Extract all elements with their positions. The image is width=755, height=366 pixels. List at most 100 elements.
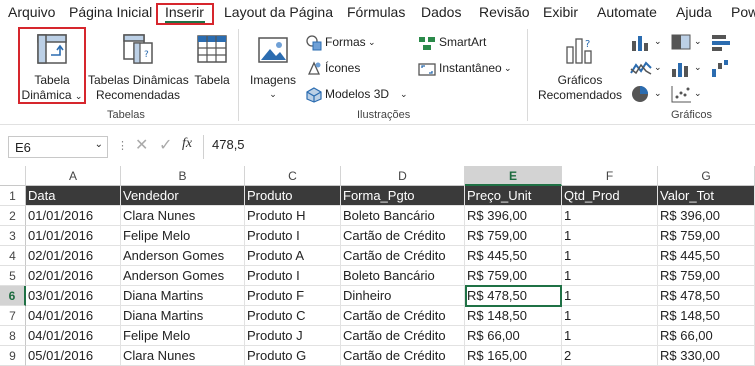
table-cell[interactable]: Felipe Melo <box>121 326 245 346</box>
table-cell[interactable]: Clara Nunes <box>121 346 245 366</box>
table-cell[interactable]: R$ 165,00 <box>465 346 562 366</box>
table-cell[interactable]: R$ 396,00 <box>465 206 562 226</box>
table-cell[interactable]: R$ 396,00 <box>658 206 755 226</box>
table-cell[interactable]: 1 <box>562 326 658 346</box>
table-cell[interactable]: Cartão de Crédito <box>341 326 465 346</box>
images-button[interactable]: Imagens ⌄ <box>246 29 300 103</box>
column-header-b[interactable]: B <box>121 166 245 186</box>
table-cell[interactable]: R$ 759,00 <box>465 226 562 246</box>
enter-icon[interactable]: ✓ <box>159 135 172 155</box>
table-cell[interactable]: R$ 330,00 <box>658 346 755 366</box>
hierarchy-chart-button[interactable]: ⌄ <box>670 33 704 53</box>
chevron-down-icon[interactable]: ⌄ <box>95 139 103 150</box>
tab-pagina-inicial[interactable]: Página Inicial <box>69 3 152 21</box>
waterfall-chart-button[interactable] <box>710 59 744 79</box>
row-header[interactable]: 5 <box>0 266 26 286</box>
table-cell[interactable]: R$ 478,50 <box>658 286 755 306</box>
table-cell[interactable]: 02/01/2016 <box>26 246 121 266</box>
column-header-e[interactable]: E <box>465 166 562 186</box>
bar-chart-button[interactable] <box>710 33 744 53</box>
row-header[interactable]: 3 <box>0 226 26 246</box>
table-cell[interactable]: 05/01/2016 <box>26 346 121 366</box>
header-cell[interactable]: Vendedor <box>121 186 245 206</box>
row-header[interactable]: 2 <box>0 206 26 226</box>
row-header[interactable]: 8 <box>0 326 26 346</box>
table-cell[interactable]: Diana Martins <box>121 286 245 306</box>
table-cell[interactable]: 01/01/2016 <box>26 226 121 246</box>
table-cell[interactable]: Anderson Gomes <box>121 266 245 286</box>
row-header[interactable]: 6 <box>0 286 26 306</box>
table-cell[interactable]: Cartão de Crédito <box>341 306 465 326</box>
column-header-d[interactable]: D <box>341 166 465 186</box>
line-chart-button[interactable]: ⌄ <box>630 59 664 79</box>
table-cell[interactable]: R$ 759,00 <box>465 266 562 286</box>
table-cell[interactable]: 1 <box>562 246 658 266</box>
header-cell[interactable]: Valor_Tot <box>658 186 755 206</box>
tab-formulas[interactable]: Fórmulas <box>347 3 405 21</box>
table-cell[interactable]: R$ 66,00 <box>658 326 755 346</box>
insert-function-icon[interactable]: fx <box>182 136 192 152</box>
table-cell[interactable]: 03/01/2016 <box>26 286 121 306</box>
table-cell[interactable]: Produto I <box>245 226 341 246</box>
header-cell[interactable]: Qtd_Prod <box>562 186 658 206</box>
tab-exibir[interactable]: Exibir <box>543 3 578 21</box>
table-cell[interactable]: R$ 759,00 <box>658 266 755 286</box>
table-cell[interactable]: R$ 148,50 <box>658 306 755 326</box>
table-cell[interactable]: Produto J <box>245 326 341 346</box>
tab-revisao[interactable]: Revisão <box>479 3 530 21</box>
table-cell[interactable]: R$ 445,50 <box>465 246 562 266</box>
table-cell[interactable]: R$ 759,00 <box>658 226 755 246</box>
table-cell[interactable]: Clara Nunes <box>121 206 245 226</box>
header-cell[interactable]: Forma_Pgto <box>341 186 465 206</box>
table-cell[interactable]: Produto H <box>245 206 341 226</box>
table-cell[interactable]: 02/01/2016 <box>26 266 121 286</box>
table-cell[interactable]: Boleto Bancário <box>341 206 465 226</box>
more-options-icon[interactable]: ⋮ <box>117 139 128 152</box>
table-cell[interactable]: R$ 66,00 <box>465 326 562 346</box>
name-box[interactable]: E6 ⌄ <box>8 136 108 158</box>
row-header[interactable]: 7 <box>0 306 26 326</box>
table-cell[interactable]: Produto F <box>245 286 341 306</box>
scatter-chart-button[interactable]: ⌄ <box>670 85 704 105</box>
header-cell[interactable]: Data <box>26 186 121 206</box>
smartart-button[interactable]: SmartArt <box>418 33 508 53</box>
table-cell[interactable]: 1 <box>562 206 658 226</box>
table-cell[interactable]: 04/01/2016 <box>26 326 121 346</box>
table-cell[interactable]: Produto C <box>245 306 341 326</box>
tab-arquivo[interactable]: Arquivo <box>8 3 55 21</box>
row-header[interactable]: 9 <box>0 346 26 366</box>
table-cell[interactable]: Produto A <box>245 246 341 266</box>
shapes-button[interactable]: Formas ⌄ <box>306 33 386 53</box>
3d-models-button[interactable]: Modelos 3D ⌄ <box>306 85 416 105</box>
table-cell[interactable]: R$ 148,50 <box>465 306 562 326</box>
column-header-f[interactable]: F <box>562 166 658 186</box>
column-chart-button[interactable]: ⌄ <box>630 33 664 53</box>
statistic-chart-button[interactable]: ⌄ <box>670 59 704 79</box>
table-cell[interactable]: 04/01/2016 <box>26 306 121 326</box>
table-cell[interactable]: Diana Martins <box>121 306 245 326</box>
chevron-down-icon[interactable]: ⌄ <box>75 91 83 101</box>
column-header-a[interactable]: A <box>26 166 121 186</box>
table-cell[interactable]: 2 <box>562 346 658 366</box>
recommended-charts-button[interactable]: ? Gráficos Recomendados <box>534 29 626 103</box>
table-cell[interactable]: Cartão de Crédito <box>341 246 465 266</box>
icons-button[interactable]: Ícones <box>306 59 386 79</box>
table-cell[interactable]: R$ 445,50 <box>658 246 755 266</box>
tab-layout[interactable]: Layout da Página <box>224 3 333 21</box>
table-cell[interactable]: 01/01/2016 <box>26 206 121 226</box>
pivot-table-button[interactable]: Tabela Dinâmica ⌄ <box>20 29 84 103</box>
screenshot-button[interactable]: Instantâneo ⌄ <box>418 59 518 79</box>
table-cell[interactable]: Anderson Gomes <box>121 246 245 266</box>
formula-input[interactable]: 478,5 <box>212 137 245 152</box>
table-cell[interactable]: 1 <box>562 286 658 306</box>
table-cell[interactable]: Dinheiro <box>341 286 465 306</box>
column-header-c[interactable]: C <box>245 166 341 186</box>
recommended-pivot-tables-button[interactable]: ? Tabelas Dinâmicas Recomendadas <box>88 29 189 103</box>
header-cell[interactable]: Preço_Unit <box>465 186 562 206</box>
table-cell[interactable]: 1 <box>562 226 658 246</box>
tab-automate[interactable]: Automate <box>597 3 657 21</box>
pie-chart-button[interactable]: ⌄ <box>630 85 664 105</box>
cancel-icon[interactable]: ✕ <box>135 135 148 155</box>
table-cell[interactable]: Cartão de Crédito <box>341 226 465 246</box>
row-header[interactable]: 4 <box>0 246 26 266</box>
